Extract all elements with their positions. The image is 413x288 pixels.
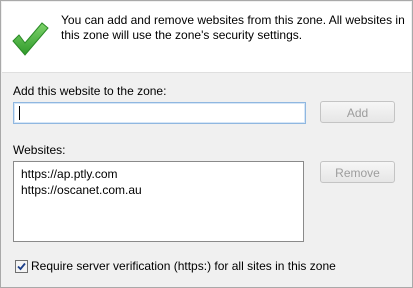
- list-item[interactable]: https://oscanet.com.au: [21, 183, 142, 198]
- sites-dialog: You can add and remove websites from thi…: [0, 0, 413, 288]
- require-https-label[interactable]: Require server verification (https:) for…: [31, 259, 336, 273]
- add-site-input[interactable]: [13, 102, 306, 124]
- info-line-1: You can add and remove websites from thi…: [61, 13, 405, 27]
- list-item[interactable]: https://ap.ptly.com: [21, 167, 118, 182]
- text-caret: [19, 106, 20, 120]
- info-line-2: this zone will use the zone's security s…: [61, 28, 303, 42]
- websites-list[interactable]: https://ap.ptly.com https://oscanet.com.…: [13, 161, 304, 242]
- info-text: You can add and remove websites from thi…: [61, 13, 406, 43]
- add-button[interactable]: Add: [320, 101, 395, 123]
- info-panel: You can add and remove websites from thi…: [2, 2, 411, 73]
- checkbox-check-icon: [17, 262, 26, 271]
- checkmark-icon: [12, 22, 49, 56]
- websites-label: Websites:: [13, 143, 66, 157]
- add-site-label: Add this website to the zone:: [13, 84, 167, 98]
- remove-button[interactable]: Remove: [320, 161, 395, 183]
- require-https-checkbox[interactable]: [15, 260, 28, 273]
